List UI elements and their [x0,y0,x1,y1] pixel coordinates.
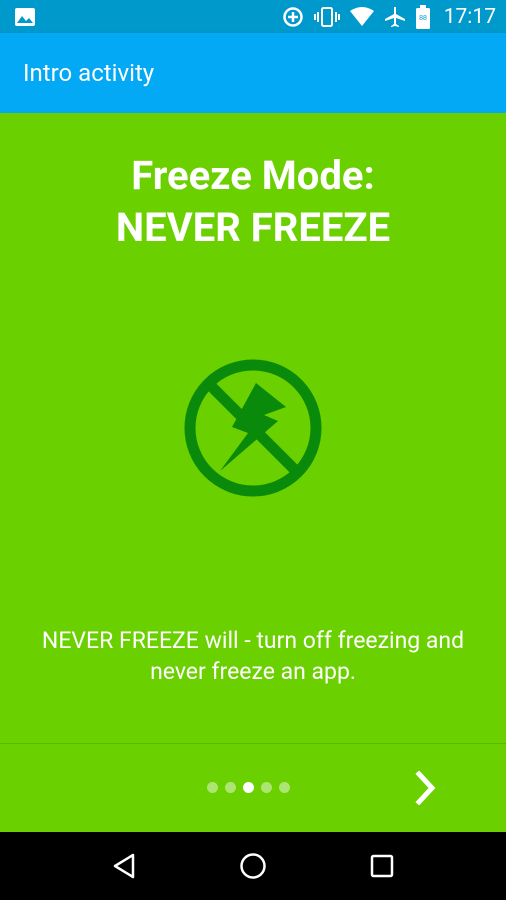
pager-bar [0,743,506,832]
airplane-icon [384,6,405,27]
no-lightning-icon [184,359,322,497]
recents-button[interactable] [358,842,406,890]
status-left [14,7,36,27]
navigation-bar [0,832,506,900]
slide-title-line-2: NEVER FREEZE [115,204,391,251]
slide-title: Freeze Mode: NEVER FREEZE [0,150,506,254]
image-icon [15,7,35,26]
back-icon [114,853,135,879]
app-bar: Intro activity [0,33,506,113]
page-dot[interactable] [279,782,290,793]
app-title: Intro activity [23,59,155,87]
chevron-right-icon [415,771,436,805]
status-time: 17:17 [443,4,496,29]
page-dot[interactable] [207,782,218,793]
svg-text:88: 88 [419,15,427,22]
back-button[interactable] [100,842,148,890]
wifi-icon [349,6,374,26]
intro-slide[interactable]: Freeze Mode: NEVER FREEZE NEVER FREEZE w… [0,113,506,743]
slide-description: NEVER FREEZE will - turn off freezing an… [41,627,465,685]
page-dot-active[interactable] [243,782,254,793]
page-dot[interactable] [261,782,272,793]
home-button[interactable] [229,842,277,890]
slide-title-line-1: Freeze Mode: [131,152,375,199]
recents-icon [370,854,393,878]
next-button[interactable] [404,766,448,810]
vibrate-icon [313,6,340,27]
home-icon [240,853,266,879]
page-dot[interactable] [225,782,236,793]
status-right: 88 17:17 [282,4,496,29]
battery-icon: 88 [415,4,430,29]
data-saver-icon [282,6,303,27]
status-bar: 88 17:17 [0,0,506,33]
page-indicator [207,782,290,793]
